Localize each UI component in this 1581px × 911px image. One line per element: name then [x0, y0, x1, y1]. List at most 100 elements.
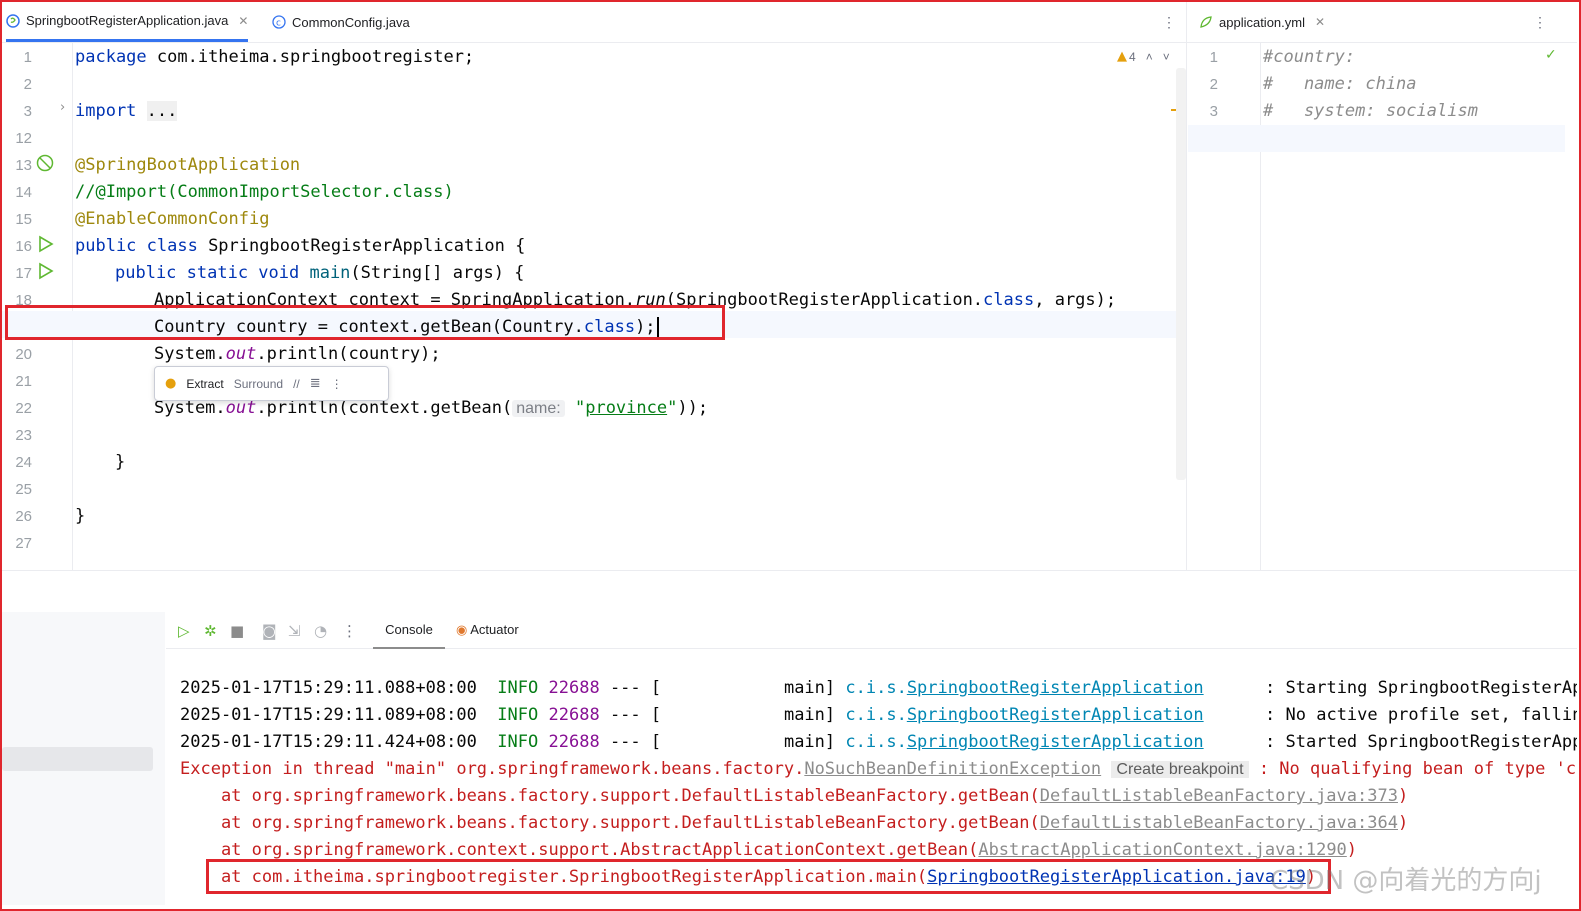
tab-label: SpringbootRegisterApplication.java — [26, 13, 229, 28]
line-number: 20 — [15, 346, 32, 363]
yml-file-icon — [1200, 16, 1212, 28]
exception-class-link[interactable]: NoSuchBeanDefinitionException — [804, 759, 1101, 779]
run-toolbar: ▷ ✲ ■ ◙ ⇲ ◔ ⋮ Console ◉ Actuator — [166, 612, 1577, 649]
parameter-hint: name: — [512, 400, 565, 417]
actuator-icon: ◉ — [456, 623, 468, 638]
side-panel-selection[interactable] — [2, 747, 153, 771]
split-divider[interactable] — [1186, 2, 1187, 570]
debug-icon[interactable]: ✲ — [204, 622, 217, 640]
class-icon: c — [272, 15, 286, 29]
log-line: 2025-01-17T15:29:11.088+08:00 INFO 22688… — [180, 678, 1577, 698]
reformat-icon[interactable]: ≣ — [310, 376, 321, 391]
run-icon[interactable] — [38, 262, 54, 280]
stack-link[interactable]: DefaultListableBeanFactory.java:364 — [1040, 813, 1398, 833]
stack-line: at org.springframework.beans.factory.sup… — [180, 813, 1409, 833]
line-number: 13 — [15, 157, 32, 174]
highlight-box-stack — [206, 859, 1331, 894]
check-icon: ✓ — [1545, 47, 1557, 63]
tab-application-yml[interactable]: application.yml ✕ — [1199, 2, 1325, 42]
create-breakpoint-button[interactable]: Create breakpoint — [1111, 761, 1249, 778]
stack-link[interactable]: AbstractApplicationContext.java:1290 — [978, 840, 1346, 860]
line-number: 27 — [15, 535, 32, 552]
yml-line-gutter: 1 2 3 4 — [1188, 43, 1261, 570]
close-icon[interactable]: ✕ — [238, 14, 248, 28]
code-line-13: @SpringBootApplication — [75, 155, 301, 175]
more-tabs-icon[interactable]: ⋮ — [1533, 14, 1547, 31]
exception-line: Exception in thread "main" org.springfra… — [180, 759, 1577, 779]
watermark: CSDN @向着光的方向j — [1270, 866, 1542, 896]
line-number: 1 — [1209, 49, 1218, 66]
yml-editor[interactable]: #country: # name: china # system: social… — [1188, 43, 1565, 570]
code-line-15: @EnableCommonConfig — [75, 209, 270, 229]
warning-count: 4 — [1129, 49, 1136, 64]
stack-link[interactable]: DefaultListableBeanFactory.java:373 — [1040, 786, 1398, 806]
line-number: 23 — [15, 427, 32, 444]
run-icon[interactable] — [38, 235, 54, 253]
code-line-24: } — [115, 452, 126, 472]
line-number: 21 — [15, 373, 32, 390]
exit-icon[interactable]: ⇲ — [288, 622, 301, 640]
lightbulb-icon[interactable]: ● — [165, 376, 176, 391]
more-icon[interactable]: ⋮ — [342, 622, 357, 640]
editor-scrollbar[interactable] — [1176, 68, 1186, 480]
stop-icon[interactable]: ■ — [230, 622, 244, 640]
tab-label: CommonConfig.java — [292, 14, 410, 30]
rerun-icon[interactable]: ▷ — [178, 622, 190, 640]
code-line-3: import ... — [75, 101, 178, 121]
fold-chevron-icon[interactable]: › — [60, 100, 65, 115]
logger-link[interactable]: SpringbootRegisterApplication — [907, 705, 1204, 725]
chevron-down-icon[interactable]: ˅ — [1163, 50, 1170, 64]
editor-tab-bar: SpringbootRegisterApplication.java ✕ c C… — [2, 2, 1186, 43]
chevron-up-icon[interactable]: ˄ — [1146, 50, 1153, 64]
comment-button[interactable]: // — [293, 377, 300, 391]
close-icon[interactable]: ✕ — [1315, 15, 1325, 29]
folded-imports[interactable]: ... — [146, 101, 178, 121]
panel-divider[interactable] — [2, 570, 1577, 571]
yml-tab-bar: application.yml ✕ ⋮ — [1187, 2, 1577, 43]
tab-common-config[interactable]: c CommonConfig.java — [272, 2, 410, 42]
logger-link[interactable]: SpringbootRegisterApplication — [907, 732, 1204, 752]
spring-bean-gutter-icon[interactable] — [36, 154, 55, 173]
tab-springboot-register-application[interactable]: SpringbootRegisterApplication.java ✕ — [6, 2, 249, 42]
camera-icon[interactable]: ◙ — [262, 622, 277, 640]
yml-line-3: # system: socialism — [1263, 101, 1478, 121]
settings-icon[interactable]: ◔ — [314, 622, 327, 640]
tab-label: application.yml — [1219, 14, 1305, 30]
logger-link[interactable]: SpringbootRegisterApplication — [907, 678, 1204, 698]
code-line-20: System.out.println(country); — [154, 344, 441, 364]
line-number: 14 — [15, 184, 32, 201]
spring-class-icon — [6, 13, 20, 28]
line-number: 1 — [23, 49, 32, 66]
more-icon[interactable]: ⋮ — [331, 377, 343, 391]
more-tabs-icon[interactable]: ⋮ — [1162, 14, 1176, 31]
line-number: 15 — [15, 211, 32, 228]
code-line-16: public class SpringbootRegisterApplicati… — [75, 236, 526, 256]
line-number: 17 — [15, 265, 32, 282]
surround-button[interactable]: Surround — [234, 377, 283, 391]
line-number: 2 — [23, 76, 32, 93]
line-number: 24 — [15, 454, 32, 471]
code-line-17: public static void main(String[] args) { — [115, 263, 525, 283]
yml-line-1: #country: — [1263, 47, 1356, 67]
line-number: 3 — [23, 103, 32, 120]
inspection-widget[interactable]: ▲ 4 ˄ ˅ — [1117, 49, 1170, 64]
extract-button[interactable]: Extract — [186, 377, 223, 391]
line-number: 12 — [15, 130, 32, 147]
log-line: 2025-01-17T15:29:11.424+08:00 INFO 22688… — [180, 732, 1577, 752]
tab-console[interactable]: Console — [373, 620, 445, 649]
line-number: 26 — [15, 508, 32, 525]
log-line: 2025-01-17T15:29:11.089+08:00 INFO 22688… — [180, 705, 1577, 725]
current-line-highlight — [1188, 125, 1565, 152]
stack-line: at org.springframework.beans.factory.sup… — [180, 786, 1409, 806]
tab-label: Console — [385, 622, 433, 637]
run-side-panel — [2, 612, 165, 905]
highlight-box-code — [5, 305, 725, 340]
tab-label: Actuator — [470, 622, 519, 637]
tab-actuator[interactable]: ◉ Actuator — [456, 620, 519, 647]
line-number: 25 — [15, 481, 32, 498]
line-number: 2 — [1209, 76, 1218, 93]
line-number: 3 — [1209, 103, 1218, 120]
code-line-1: package com.itheima.springbootregister; — [75, 47, 475, 67]
line-number: 22 — [15, 400, 32, 417]
line-number: 16 — [15, 238, 32, 255]
